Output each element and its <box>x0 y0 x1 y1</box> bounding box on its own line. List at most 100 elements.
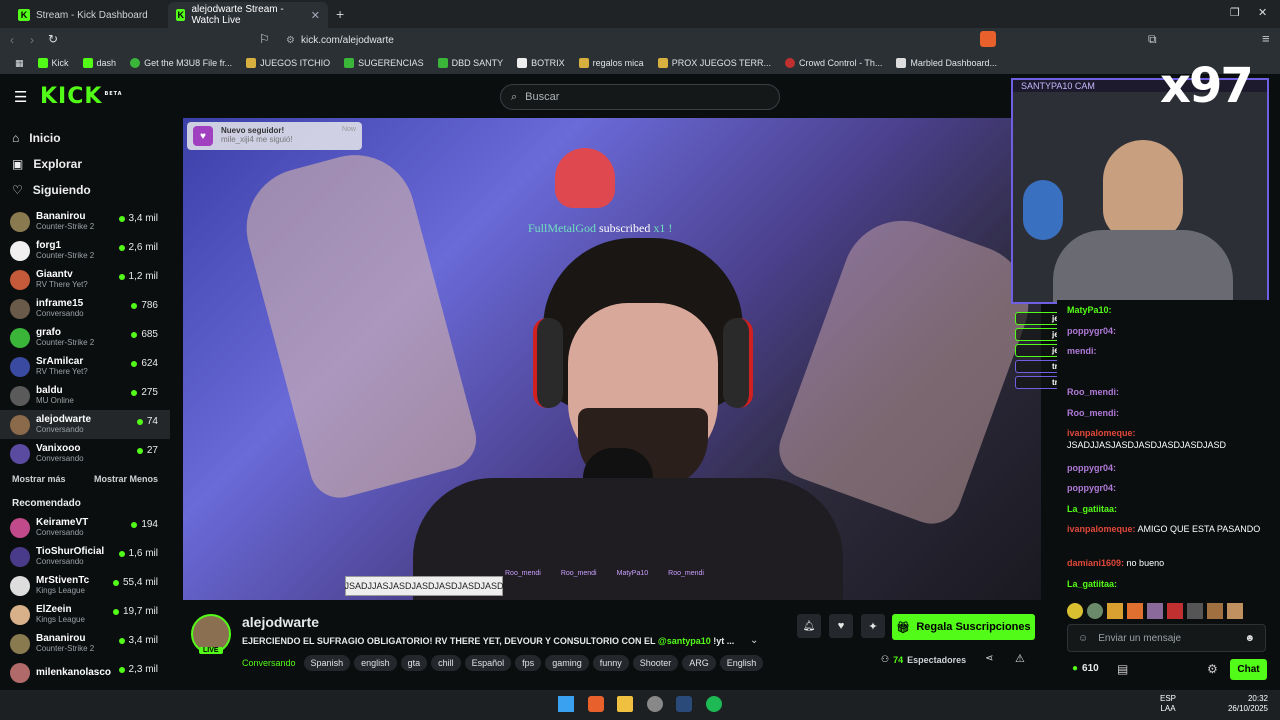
recommended-item[interactable]: milenkanolasco 2,3 mil <box>0 658 170 687</box>
emote-icon[interactable] <box>1087 603 1103 619</box>
tag-chip[interactable]: ARG <box>682 655 716 671</box>
sparkle-icon[interactable]: ✦ <box>861 614 885 638</box>
chat-username[interactable]: ivanpalomeque <box>1067 428 1133 438</box>
chat-username[interactable]: La_gatiitaa <box>1067 504 1114 514</box>
chat-username[interactable]: damiani1609 <box>1067 558 1121 568</box>
spotify-icon[interactable] <box>706 696 722 712</box>
tag-chip[interactable]: Español <box>464 655 512 671</box>
settings-gear-icon[interactable]: ⚙ <box>1207 662 1218 676</box>
close-tab-icon[interactable]: ✕ <box>311 9 320 22</box>
emoji-icon[interactable]: ☻ <box>1244 633 1255 644</box>
emote-icon[interactable] <box>1147 603 1163 619</box>
menu-icon[interactable]: ≡ <box>1262 31 1270 46</box>
tag-chip[interactable]: Spanish <box>303 655 351 671</box>
following-item[interactable]: alejodwarte Conversando 74 <box>0 410 170 439</box>
chat-username[interactable]: ivanpalomeque <box>1067 524 1133 534</box>
clock[interactable]: 20:32 26/10/2025 <box>1218 694 1268 714</box>
show-less-link[interactable]: Mostrar Menos <box>94 474 158 484</box>
maximize-icon[interactable]: ❐ <box>1230 6 1240 19</box>
obs-icon[interactable] <box>647 696 663 712</box>
file-explorer-icon[interactable] <box>617 696 633 712</box>
bookmark-dbd-santy[interactable]: DBD SANTY <box>431 58 511 68</box>
tab-kick-dashboard[interactable]: K Stream - Kick Dashboard <box>10 2 166 28</box>
emote-icon[interactable] <box>1227 603 1243 619</box>
store-icon[interactable]: ▤ <box>1117 662 1128 676</box>
notification-bell-icon[interactable]: 🔔︎ <box>797 614 821 638</box>
apps-icon[interactable]: ▦ <box>8 58 31 69</box>
extensions-icon[interactable]: ⧉ <box>1148 32 1157 47</box>
following-item[interactable]: Vanixooo Conversando 27 <box>0 439 170 468</box>
following-item[interactable]: grafo Counter-Strike 2 685 <box>0 323 170 352</box>
chat-username[interactable]: poppygr04 <box>1067 483 1113 493</box>
brave-taskbar-icon[interactable] <box>588 696 604 712</box>
search-input[interactable]: ⌕ Buscar <box>500 84 780 110</box>
video-player[interactable]: JSADJJASJASDJASDJASDJASDJASD Roo_mendi Ro… <box>183 118 1041 600</box>
following-item[interactable]: inframe15 Conversando 786 <box>0 294 170 323</box>
recommended-item[interactable]: KeirameVT Conversando 194 <box>0 513 170 542</box>
recommended-item[interactable]: ElZeein Kings League 19,7 mil <box>0 600 170 629</box>
chat-send-button[interactable]: Chat <box>1230 659 1267 680</box>
chat-username[interactable]: mendi <box>1067 346 1094 356</box>
reload-icon[interactable]: ↻ <box>48 32 58 46</box>
tag-chip[interactable]: gta <box>400 655 428 671</box>
chat-username[interactable]: Roo_mendi <box>1067 387 1116 397</box>
new-tab-button[interactable]: + <box>336 6 344 22</box>
gift-subscriptions-button[interactable]: 🎁︎ Regala Suscripciones <box>892 614 1035 640</box>
tag-chip[interactable]: Shooter <box>632 655 679 671</box>
recommended-item[interactable]: Bananirou Counter-Strike 2 3,4 mil <box>0 629 170 658</box>
emote-icon[interactable] <box>1107 603 1123 619</box>
chat-username[interactable]: poppygr04 <box>1067 326 1113 336</box>
chat-username[interactable]: poppygr04 <box>1067 463 1113 473</box>
following-item[interactable]: Giaantv RV There Yet? 1,2 mil <box>0 265 170 294</box>
bookmark-kick[interactable]: Kick <box>31 58 76 68</box>
hamburger-menu-icon[interactable]: ☰ <box>14 88 27 106</box>
emote-icon[interactable] <box>1207 603 1223 619</box>
recommended-item[interactable]: TioShurOficial Conversando 1,6 mil <box>0 542 170 571</box>
channel-points[interactable]: ● 610 <box>1072 663 1099 674</box>
site-info-icon[interactable]: ⚙ <box>286 35 295 46</box>
following-item[interactable]: SrAmilcar RV There Yet? 624 <box>0 352 170 381</box>
emote-icon[interactable] <box>1187 603 1203 619</box>
share-icon[interactable]: ⋖ <box>985 653 993 664</box>
chat-input[interactable]: ☺ Enviar un mensaje ☻ <box>1067 624 1266 652</box>
bookmark-botrix[interactable]: BOTRIX <box>510 58 572 68</box>
tag-chip[interactable]: english <box>354 655 397 671</box>
tag-chip[interactable]: fps <box>515 655 542 671</box>
tab-alejodwarte[interactable]: K alejodwarte Stream - Watch Live ✕ <box>168 2 328 28</box>
tag-chip[interactable]: funny <box>592 655 629 671</box>
chat-username[interactable]: La_gatiitaa <box>1067 579 1114 589</box>
following-item[interactable]: forg1 Counter-Strike 2 2,6 mil <box>0 236 170 265</box>
start-icon[interactable] <box>558 696 574 712</box>
show-more-link[interactable]: Mostrar más <box>12 474 66 484</box>
following-item[interactable]: baldu MU Online 275 <box>0 381 170 410</box>
tag-chip[interactable]: gaming <box>545 655 589 671</box>
bookmark-regalos-mica[interactable]: regalos mica <box>572 58 651 68</box>
bookmark-dash[interactable]: dash <box>76 58 124 68</box>
chat-username[interactable]: Roo_mendi <box>1067 408 1116 418</box>
bookmark-icon[interactable]: ⚐ <box>259 32 270 46</box>
url-field[interactable]: ⚙ kick.com/alejodwarte <box>280 30 1000 50</box>
category-link[interactable]: Conversando <box>242 658 296 668</box>
bookmark-juegos-itchio[interactable]: JUEGOS ITCHIO <box>239 58 337 68</box>
emote-icon[interactable] <box>1067 603 1083 619</box>
nav-inicio[interactable]: ⌂ Inicio <box>0 125 170 151</box>
following-item[interactable]: Bananirou Counter-Strike 2 3,4 mil <box>0 207 170 236</box>
recommended-item[interactable]: MrStivenTc Kings League 55,4 mil <box>0 571 170 600</box>
tag-chip[interactable]: English <box>719 655 764 671</box>
channel-name[interactable]: alejodwarte <box>242 614 319 630</box>
forward-icon[interactable]: › <box>30 33 34 47</box>
nav-siguiendo[interactable]: ♡ Siguiendo <box>0 177 170 203</box>
bookmark-m3u8[interactable]: Get the M3U8 File fr... <box>123 58 239 68</box>
back-icon[interactable]: ‹ <box>10 33 14 47</box>
close-window-icon[interactable]: ✕ <box>1258 6 1267 19</box>
nav-explorar[interactable]: ▣ Explorar <box>0 151 170 177</box>
emote-icon[interactable] <box>1167 603 1183 619</box>
tag-chip[interactable]: chill <box>431 655 461 671</box>
bookmark-prox-juegos[interactable]: PROX JUEGOS TERR... <box>651 58 778 68</box>
brave-shield-icon[interactable] <box>980 31 996 47</box>
report-icon[interactable]: ⚠ <box>1015 652 1025 665</box>
bookmark-crowd-control[interactable]: Crowd Control - Th... <box>778 58 889 68</box>
steam-icon[interactable] <box>676 696 692 712</box>
language-indicator[interactable]: ESP LAA <box>1160 694 1176 714</box>
emote-icon[interactable] <box>1127 603 1143 619</box>
